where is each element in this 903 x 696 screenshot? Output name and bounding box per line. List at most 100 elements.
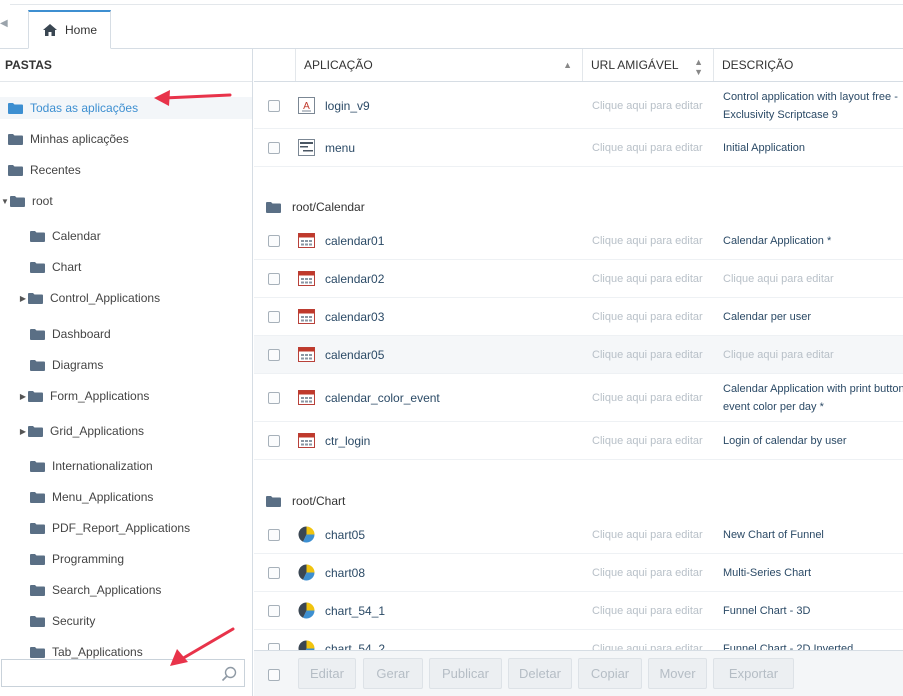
caret-right-icon[interactable]: ▶ — [18, 427, 28, 436]
sidebar-item-diagrams[interactable]: Diagrams — [30, 354, 103, 376]
sidebar-item-recentes[interactable]: Recentes — [8, 159, 81, 181]
app-name-link[interactable]: calendar03 — [325, 310, 384, 324]
app-name-link[interactable]: calendar05 — [325, 348, 384, 362]
top-bar: ◀ Home — [0, 0, 903, 49]
sidebar-item-security[interactable]: Security — [30, 610, 95, 632]
app-name-link[interactable]: chart_54_1 — [325, 604, 385, 618]
select-all-checkbox[interactable] — [268, 669, 280, 681]
friendly-url-edit[interactable]: Clique aqui para editar — [592, 349, 703, 361]
tab-home[interactable]: Home — [28, 10, 111, 49]
description-cell[interactable]: Control application with layout free - Ex… — [723, 88, 898, 124]
friendly-url-edit[interactable]: Clique aqui para editar — [592, 529, 703, 541]
description-cell[interactable]: Login of calendar by user — [723, 432, 847, 450]
sort-asc-icon[interactable]: ▲ — [563, 49, 572, 81]
description-cell[interactable]: Calendar per user — [723, 308, 811, 326]
column-header-app[interactable]: APLICAÇÃO ▲ — [295, 49, 582, 81]
row-checkbox[interactable] — [268, 235, 280, 247]
sidebar-item-menu-applications[interactable]: Menu_Applications — [30, 486, 153, 508]
sidebar-item-chart[interactable]: Chart — [30, 256, 81, 278]
sidebar-item-dashboard[interactable]: Dashboard — [30, 323, 111, 345]
sidebar-item-root[interactable]: ▼ root — [0, 190, 53, 212]
row-checkbox[interactable] — [268, 605, 280, 617]
table-row[interactable]: chart05 Clique aqui para editar New Chart … — [254, 516, 903, 554]
table-row[interactable]: calendar03 Clique aqui para editar Calenda… — [254, 298, 903, 336]
row-checkbox[interactable] — [268, 142, 280, 154]
caret-right-icon[interactable]: ▶ — [18, 294, 28, 303]
description-cell[interactable]: Clique aqui para editar — [723, 270, 834, 288]
description-cell[interactable]: Initial Application — [723, 139, 805, 157]
column-header-desc[interactable]: DESCRIÇÃO — [713, 49, 903, 81]
row-checkbox[interactable] — [268, 435, 280, 447]
sidebar-item-programming[interactable]: Programming — [30, 548, 124, 570]
friendly-url-edit[interactable]: Clique aqui para editar — [592, 605, 703, 617]
row-checkbox[interactable] — [268, 311, 280, 323]
publicar-button[interactable]: Publicar — [429, 658, 502, 689]
row-checkbox[interactable] — [268, 100, 280, 112]
friendly-url-edit[interactable]: Clique aqui para editar — [592, 435, 703, 447]
description-cell[interactable]: New Chart of Funnel — [723, 526, 824, 544]
copiar-button[interactable]: Copiar — [578, 658, 642, 689]
friendly-url-edit[interactable]: Clique aqui para editar — [592, 311, 703, 323]
row-checkbox[interactable] — [268, 392, 280, 404]
sort-both-icon[interactable]: ▲ ▼ — [694, 57, 703, 77]
row-checkbox[interactable] — [268, 529, 280, 541]
exportar-button[interactable]: Exportar — [713, 658, 794, 689]
row-checkbox[interactable] — [268, 349, 280, 361]
friendly-url-edit[interactable]: Clique aqui para editar — [592, 100, 703, 112]
sidebar-item-internationalization[interactable]: Internationalization — [30, 455, 153, 477]
group-header: root/Chart — [266, 493, 345, 509]
annotation-arrow-bottom — [170, 627, 235, 666]
description-cell[interactable]: Calendar Application * — [723, 232, 831, 250]
table-row[interactable]: chart_54_1 Clique aqui para editar Funnel … — [254, 592, 903, 630]
app-name-link[interactable]: chart05 — [325, 528, 365, 542]
table-header: APLICAÇÃO ▲ URL AMIGÁVEL ▲ ▼ DESCRIÇÃO — [254, 49, 903, 82]
description-cell[interactable]: Funnel Chart - 3D — [723, 602, 810, 620]
group-label: root/Chart — [292, 494, 346, 508]
friendly-url-edit[interactable]: Clique aqui para editar — [592, 392, 703, 404]
sidebar-item-control-applications[interactable]: ▶ Control_Applications — [18, 287, 160, 309]
caret-right-icon[interactable]: ▶ — [18, 392, 28, 401]
app-name-link[interactable]: ctr_login — [325, 434, 370, 448]
description-cell[interactable]: Multi-Series Chart — [723, 564, 811, 582]
friendly-url-edit[interactable]: Clique aqui para editar — [592, 142, 703, 154]
app-name-link[interactable]: calendar_color_event — [325, 391, 440, 405]
deletar-button[interactable]: Deletar — [508, 658, 572, 689]
table-row[interactable]: ctr_login Clique aqui para editar Login of… — [254, 422, 903, 460]
table-row[interactable]: calendar02 Clique aqui para editar Clique … — [254, 260, 903, 298]
table-row[interactable]: menu Clique aqui para editar Initial Appli… — [254, 129, 903, 167]
table-row[interactable]: Alogin_v9 Clique aqui para editar Control … — [254, 82, 903, 129]
description-cell[interactable]: Clique aqui para editar — [723, 346, 834, 364]
column-header-url[interactable]: URL AMIGÁVEL ▲ ▼ — [582, 49, 713, 81]
friendly-url-edit[interactable]: Clique aqui para editar — [592, 273, 703, 285]
row-checkbox[interactable] — [268, 273, 280, 285]
sidebar-item-calendar[interactable]: Calendar — [30, 225, 101, 247]
app-name-link[interactable]: menu — [325, 141, 355, 155]
sidebar-item-pdf-report-applications[interactable]: PDF_Report_Applications — [30, 517, 190, 539]
friendly-url-edit[interactable]: Clique aqui para editar — [592, 235, 703, 247]
table-row[interactable]: calendar01 Clique aqui para editar Calenda… — [254, 222, 903, 260]
app-name-link[interactable]: chart08 — [325, 566, 365, 580]
sidebar-item-label: Grid_Applications — [50, 424, 145, 438]
sidebar-item-label: Tab_Applications — [52, 645, 143, 659]
table-row[interactable]: calendar05 Clique aqui para editar Clique … — [254, 336, 903, 374]
sidebar-item-search-applications[interactable]: Search_Applications — [30, 579, 161, 601]
sidebar-item-grid-applications[interactable]: ▶ Grid_Applications — [18, 420, 144, 442]
app-name-link[interactable]: login_v9 — [325, 99, 370, 113]
folder-icon — [30, 230, 45, 242]
tab-home-label: Home — [65, 23, 98, 37]
table-row[interactable]: calendar_color_event Clique aqui para edi… — [254, 374, 903, 422]
description-cell[interactable]: Calendar Application with print button ev… — [723, 380, 903, 416]
editar-button[interactable]: Editar — [298, 658, 356, 689]
caret-down-icon[interactable]: ▼ — [0, 197, 10, 206]
friendly-url-edit[interactable]: Clique aqui para editar — [592, 567, 703, 579]
table-row[interactable]: chart08 Clique aqui para editar Multi-Seri… — [254, 554, 903, 592]
mover-button[interactable]: Mover — [648, 658, 707, 689]
sidebar-item-label: Security — [52, 614, 96, 628]
gerar-button[interactable]: Gerar — [363, 658, 423, 689]
row-checkbox[interactable] — [268, 567, 280, 579]
app-name-link[interactable]: calendar01 — [325, 234, 384, 248]
sidebar-item-minhas-aplica-es[interactable]: Minhas aplicações — [8, 128, 129, 150]
sidebar-item-form-applications[interactable]: ▶ Form_Applications — [18, 385, 149, 407]
collapse-handle-icon[interactable]: ◀ — [0, 14, 8, 34]
app-name-link[interactable]: calendar02 — [325, 272, 384, 286]
